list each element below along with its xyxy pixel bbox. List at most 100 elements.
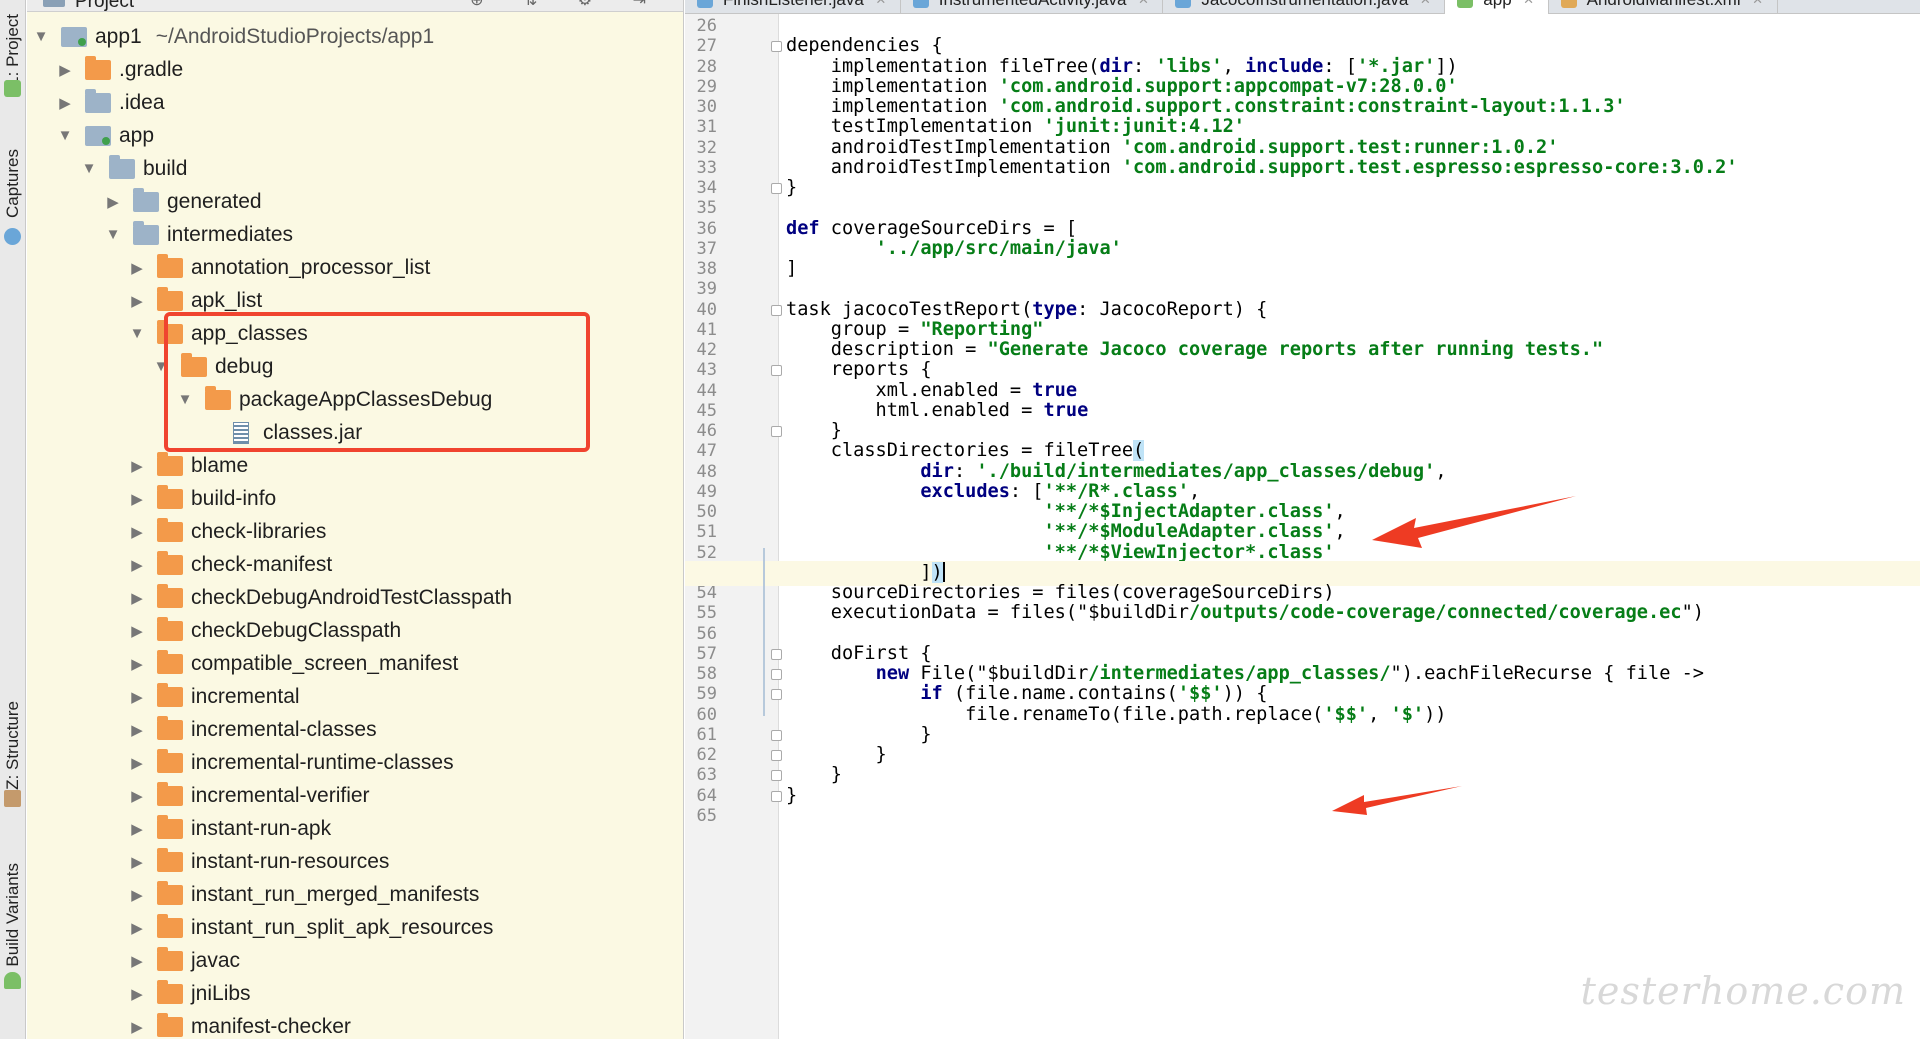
collapse-arrow-icon[interactable]: ▶ xyxy=(127,622,147,640)
tree-node[interactable]: ▶ check-manifest xyxy=(27,548,683,581)
tree-node[interactable]: ▶ incremental-runtime-classes xyxy=(27,746,683,779)
folder-icon xyxy=(133,187,159,212)
collapse-arrow-icon[interactable]: ▶ xyxy=(127,787,147,805)
folder-icon xyxy=(157,484,183,509)
tab-project-toolwindow[interactable]: 1: Project xyxy=(0,0,26,100)
project-panel-title[interactable]: Project xyxy=(75,0,134,13)
folder-icon xyxy=(157,253,183,278)
tree-node[interactable]: ▶ instant-run-apk xyxy=(27,812,683,845)
collapse-arrow-icon[interactable]: ▶ xyxy=(127,886,147,904)
fold-marker-icon[interactable] xyxy=(771,689,782,701)
close-tab-icon[interactable]: × xyxy=(1138,0,1148,10)
tree-node[interactable]: ▶ incremental xyxy=(27,680,683,713)
close-tab-icon[interactable]: × xyxy=(1420,0,1430,10)
tree-node[interactable]: ▼ app1 ~/AndroidStudioProjects/app1 xyxy=(27,20,683,53)
expand-arrow-icon[interactable]: ▼ xyxy=(79,160,99,177)
collapse-arrow-icon[interactable]: ▶ xyxy=(127,523,147,541)
close-tab-icon[interactable]: × xyxy=(876,0,886,10)
tree-node[interactable]: ▶ instant_run_merged_manifests xyxy=(27,878,683,911)
tree-node[interactable]: ▶ build-info xyxy=(27,482,683,515)
tree-node-label: javac xyxy=(191,948,241,972)
tree-node-label: incremental xyxy=(191,684,300,708)
editor-tab[interactable]: AndroidManifest.xml × xyxy=(1549,0,1778,14)
tree-node[interactable]: ▶ instant-run-resources xyxy=(27,845,683,878)
fold-marker-icon[interactable] xyxy=(771,729,782,741)
fold-marker-icon[interactable] xyxy=(771,750,782,761)
collapse-arrow-icon[interactable]: ▶ xyxy=(127,919,147,937)
folder-icon xyxy=(109,154,135,179)
fold-marker-icon[interactable] xyxy=(771,790,782,802)
collapse-arrow-icon[interactable]: ▶ xyxy=(127,985,147,1003)
fold-marker-icon[interactable] xyxy=(771,648,782,660)
collapse-arrow-icon[interactable]: ▶ xyxy=(127,259,147,277)
tree-node[interactable]: ▶ generated xyxy=(27,185,683,218)
close-tab-icon[interactable]: × xyxy=(1524,0,1534,10)
tree-node[interactable]: ▶ checkDebugAndroidTestClasspath xyxy=(27,581,683,614)
tree-node[interactable]: ▶ annotation_processor_list xyxy=(27,251,683,284)
tree-node[interactable]: ▶ compatible_screen_manifest xyxy=(27,647,683,680)
editor-tab[interactable]: JacocoInstrumentation.java × xyxy=(1163,0,1446,14)
fold-marker-icon[interactable] xyxy=(771,426,782,437)
tree-node[interactable]: ▶ incremental-verifier xyxy=(27,779,683,812)
collapse-arrow-icon[interactable]: ▶ xyxy=(127,688,147,706)
folder-icon xyxy=(157,748,183,773)
collapse-arrow-icon[interactable]: ▶ xyxy=(127,457,147,475)
expand-arrow-icon[interactable]: ▼ xyxy=(55,127,75,144)
editor-tab[interactable]: InstrumentedActivity.java × xyxy=(901,0,1164,14)
fold-marker-icon[interactable] xyxy=(771,669,782,680)
tab-build-variants-toolwindow[interactable]: Build Variants xyxy=(0,830,26,1000)
expand-arrow-icon[interactable]: ▼ xyxy=(31,28,51,45)
tree-node[interactable]: ▶ .gradle xyxy=(27,53,683,86)
collapse-arrow-icon[interactable]: ▶ xyxy=(127,820,147,838)
panel-toolbar-icons[interactable]: ⊕ ⇅ ⚙ ⇥ xyxy=(470,0,664,10)
expand-arrow-icon[interactable]: ▼ xyxy=(103,226,123,243)
tree-node[interactable]: ▶ .idea xyxy=(27,86,683,119)
collapse-arrow-icon[interactable]: ▶ xyxy=(55,61,75,79)
folder-icon xyxy=(157,649,183,674)
tree-node[interactable]: ▼ app xyxy=(27,119,683,152)
capture-icon xyxy=(4,228,21,245)
tree-node[interactable]: ▶ jniLibs xyxy=(27,977,683,1010)
tree-node[interactable]: ▼ intermediates xyxy=(27,218,683,251)
tab-structure-toolwindow[interactable]: Z: Structure xyxy=(0,680,26,810)
collapse-arrow-icon[interactable]: ▶ xyxy=(127,952,147,970)
folder-icon xyxy=(157,286,183,311)
tree-node[interactable]: ▼ build xyxy=(27,152,683,185)
file-type-icon xyxy=(1457,0,1474,8)
fold-marker-icon[interactable] xyxy=(771,304,782,316)
tree-node-label: build xyxy=(143,156,188,180)
tree-node[interactable]: ▶ javac xyxy=(27,944,683,977)
collapse-arrow-icon[interactable]: ▶ xyxy=(127,292,147,310)
collapse-arrow-icon[interactable]: ▶ xyxy=(127,853,147,871)
collapse-arrow-icon[interactable]: ▶ xyxy=(55,94,75,112)
tree-node-label: check-libraries xyxy=(191,519,327,543)
code-area[interactable]: dependencies { implementation fileTree(d… xyxy=(685,14,1920,1039)
fold-marker-icon[interactable] xyxy=(771,365,782,377)
editor-tab[interactable]: FinishListener.java × xyxy=(685,0,901,14)
close-tab-icon[interactable]: × xyxy=(1753,0,1763,10)
collapse-arrow-icon[interactable]: ▶ xyxy=(103,193,123,211)
fold-marker-icon[interactable] xyxy=(771,183,782,194)
expand-arrow-icon[interactable]: ▼ xyxy=(127,325,147,342)
tree-node[interactable]: ▶ manifest-checker xyxy=(27,1010,683,1039)
tree-node-label: app1 xyxy=(95,24,142,48)
collapse-arrow-icon[interactable]: ▶ xyxy=(127,589,147,607)
fold-marker-icon[interactable] xyxy=(771,41,782,53)
tree-node-label: incremental-verifier xyxy=(191,783,370,807)
collapse-arrow-icon[interactable]: ▶ xyxy=(127,655,147,673)
tab-captures-toolwindow[interactable]: Captures xyxy=(0,128,26,245)
collapse-arrow-icon[interactable]: ▶ xyxy=(127,1018,147,1036)
collapse-arrow-icon[interactable]: ▶ xyxy=(127,754,147,772)
tree-node[interactable]: ▶ checkDebugClasspath xyxy=(27,614,683,647)
collapse-arrow-icon[interactable]: ▶ xyxy=(127,721,147,739)
tree-node[interactable]: ▶ instant_run_split_apk_resources xyxy=(27,911,683,944)
tree-node[interactable]: ▶ blame xyxy=(27,449,683,482)
editor-tab-label: FinishListener.java xyxy=(723,0,864,10)
collapse-arrow-icon[interactable]: ▶ xyxy=(127,490,147,508)
fold-marker-icon[interactable] xyxy=(771,770,782,782)
folder-icon xyxy=(157,847,183,872)
tree-node[interactable]: ▶ check-libraries xyxy=(27,515,683,548)
tree-node[interactable]: ▶ incremental-classes xyxy=(27,713,683,746)
collapse-arrow-icon[interactable]: ▶ xyxy=(127,556,147,574)
editor-tab[interactable]: app × xyxy=(1445,0,1549,14)
